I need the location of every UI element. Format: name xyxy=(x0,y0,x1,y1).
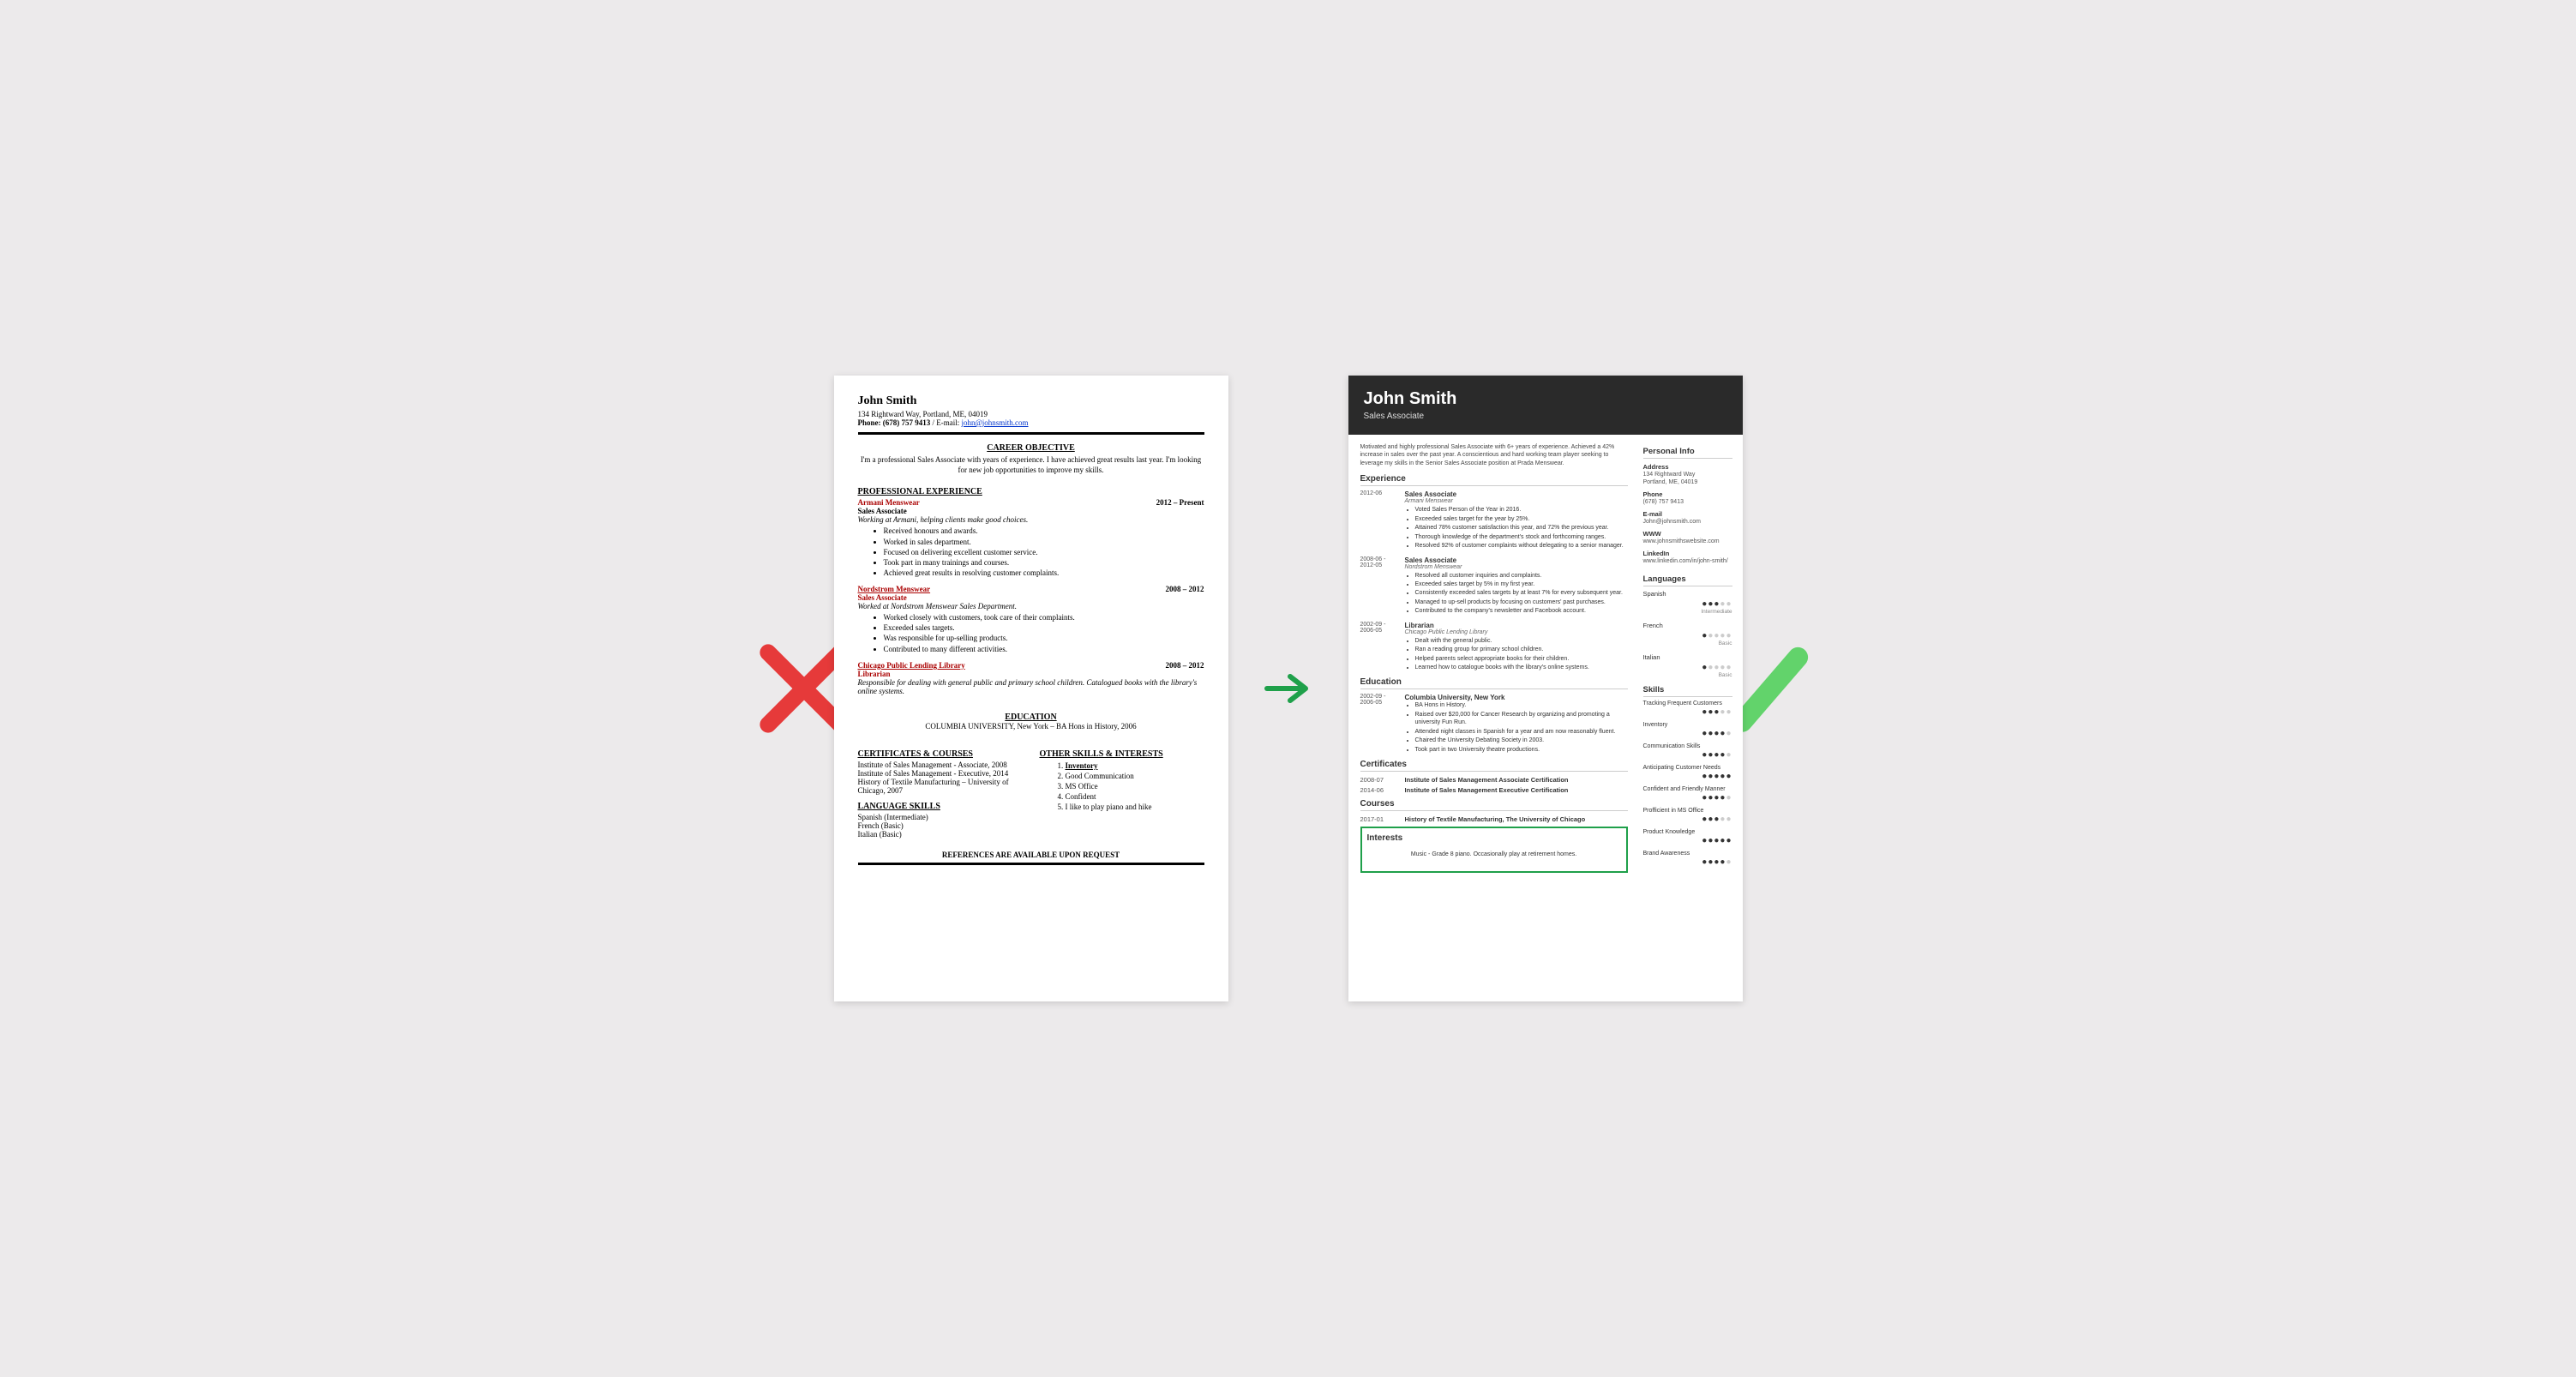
address: 134 Rightward Way, Portland, ME, 04019 xyxy=(858,410,1204,418)
phone-label: Phone xyxy=(1643,490,1732,498)
personal-info-heading: Personal Info xyxy=(1643,447,1732,459)
professional-experience-heading: PROFESSIONAL EXPERIENCE xyxy=(858,487,1204,496)
www-value: www.johnsmithswebsite.com xyxy=(1643,538,1732,545)
address-value: Portland, ME, 04019 xyxy=(1643,478,1732,486)
career-objective-text: I'm a professional Sales Associate with … xyxy=(858,455,1204,475)
bad-resume: John Smith 134 Rightward Way, Portland, … xyxy=(834,376,1228,1001)
certificates-heading: CERTIFICATES & COURSES xyxy=(858,749,1023,759)
two-column-section: CERTIFICATES & COURSES Institute of Sale… xyxy=(858,741,1204,839)
interests-highlight-box: Interests Music - Grade 8 piano. Occasio… xyxy=(1360,827,1628,873)
phone-value: (678) 757 9413 xyxy=(1643,498,1732,506)
career-objective-heading: CAREER OBJECTIVE xyxy=(858,443,1204,453)
good-resume: John Smith Sales Associate Motivated and… xyxy=(1348,376,1743,1001)
linkedin-value: www.linkedin.com/in/john-smith/ xyxy=(1643,557,1732,565)
education-text: COLUMBIA UNIVERSITY, New York – BA Hons … xyxy=(858,722,1204,731)
resume-header: John Smith Sales Associate xyxy=(1348,376,1743,435)
address-value: 134 Rightward Way xyxy=(1643,471,1732,478)
language-skills-heading: LANGUAGE SKILLS xyxy=(858,802,1023,811)
courses-heading: Courses xyxy=(1360,799,1628,811)
email-link[interactable]: john@johnsmith.com xyxy=(962,418,1029,427)
address-label: Address xyxy=(1643,463,1732,471)
other-skills-heading: OTHER SKILLS & INTERESTS xyxy=(1040,749,1204,759)
skills-heading: Skills xyxy=(1643,685,1732,697)
email-label: E-mail xyxy=(1643,510,1732,518)
main-column: Motivated and highly professional Sales … xyxy=(1348,435,1638,1001)
divider xyxy=(858,432,1204,435)
bad-resume-wrap: John Smith 134 Rightward Way, Portland, … xyxy=(834,376,1228,1001)
good-resume-wrap: John Smith Sales Associate Motivated and… xyxy=(1348,376,1743,1001)
email-value: John@johnsmith.com xyxy=(1643,518,1732,526)
interests-text: Music - Grade 8 piano. Occasionally play… xyxy=(1367,846,1621,866)
experience-heading: Experience xyxy=(1360,474,1628,486)
linkedin-label: LinkedIn xyxy=(1643,550,1732,557)
job-title: Sales Associate xyxy=(1364,412,1727,421)
education-heading: Education xyxy=(1360,677,1628,689)
skills-list: InventoryGood CommunicationMS OfficeConf… xyxy=(1066,761,1204,813)
contact-line: Phone: (678) 757 9413 / E-mail: john@joh… xyxy=(858,418,1204,427)
sidebar-column: Personal Info Address 134 Rightward Way … xyxy=(1638,435,1743,1001)
name: John Smith xyxy=(858,394,1204,408)
languages-heading: Languages xyxy=(1643,574,1732,586)
www-label: WWW xyxy=(1643,530,1732,538)
resume-body: Motivated and highly professional Sales … xyxy=(1348,435,1743,1001)
divider xyxy=(858,863,1204,865)
arrow-icon xyxy=(1263,671,1314,706)
certificates-heading: Certificates xyxy=(1360,760,1628,772)
comparison-stage: John Smith 134 Rightward Way, Portland, … xyxy=(834,376,1743,1001)
summary: Motivated and highly professional Sales … xyxy=(1360,443,1628,467)
references-line: REFERENCES ARE AVAILABLE UPON REQUEST xyxy=(858,851,1204,859)
name: John Smith xyxy=(1364,389,1727,409)
interests-heading: Interests xyxy=(1367,833,1621,843)
education-heading: EDUCATION xyxy=(858,713,1204,722)
